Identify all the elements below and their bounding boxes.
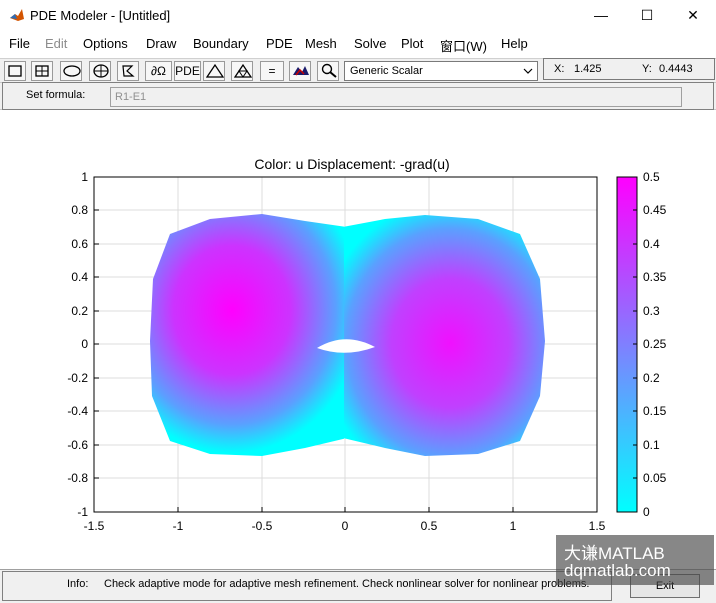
info-message: Check adaptive mode for adaptive mesh re…	[104, 578, 590, 590]
pde-specification-button[interactable]: PDE	[174, 61, 201, 81]
colorbar-tick-label: 0.4	[643, 237, 660, 251]
y-tick-label: -0.8	[67, 471, 88, 485]
colorbar-tick-label: 0.35	[643, 270, 667, 284]
equals-icon: =	[268, 64, 276, 78]
refine-mesh-button[interactable]	[231, 61, 253, 81]
menu-file[interactable]: File	[9, 36, 30, 51]
colorbar-tick-label: 0.45	[643, 203, 667, 217]
pde-plot: -1.5 -1 -0.5 0 0.5 1 1.5 -1 -0.8 -0.6 -0…	[67, 156, 667, 533]
y-coordinate-value: 0.4443	[659, 63, 693, 75]
y-tick-label: 1	[81, 170, 88, 184]
colorbar-tick-label: 0.2	[643, 371, 660, 385]
draw-polygon-button[interactable]	[117, 61, 139, 81]
zoom-icon	[321, 63, 337, 78]
plot-solution-button[interactable]	[289, 61, 311, 81]
polygon-icon	[122, 65, 135, 77]
title-bar: PDE Modeler - [Untitled] — ☐ ✕	[0, 0, 716, 32]
x-coordinate-label: X:	[554, 63, 565, 75]
draw-centered-ellipse-button[interactable]	[89, 61, 111, 81]
refined-triangle-icon	[234, 63, 252, 78]
rectangle-icon	[8, 65, 22, 77]
close-icon: ✕	[687, 7, 699, 23]
init-mesh-button[interactable]	[203, 61, 225, 81]
cursor-coordinates: X: 1.425 Y: 0.4443	[543, 58, 715, 80]
y-tick-label: 0	[81, 337, 88, 351]
surface-plot-icon	[293, 66, 309, 76]
solution-region-right	[344, 215, 545, 456]
colorbar-tick-label: 0.25	[643, 337, 667, 351]
draw-centered-rectangle-button[interactable]	[31, 61, 53, 81]
watermark-line-2: dqmatlab.com	[564, 561, 671, 580]
x-tick-label: -0.5	[252, 519, 273, 533]
y-tick-label: 0.2	[71, 304, 88, 318]
menu-bar: File Edit Options Draw Boundary PDE Mesh…	[0, 32, 716, 56]
centered-rectangle-icon	[35, 65, 49, 77]
menu-mesh[interactable]: Mesh	[305, 36, 337, 51]
menu-pde[interactable]: PDE	[266, 36, 293, 51]
menu-plot[interactable]: Plot	[401, 36, 423, 51]
colorbar-tick-label: 0.1	[643, 438, 660, 452]
solution-region-left	[150, 214, 344, 456]
boundary-mode-label: ∂Ω	[151, 64, 166, 78]
plot-area: -1.5 -1 -0.5 0 0.5 1 1.5 -1 -0.8 -0.6 -0…	[0, 111, 716, 567]
x-tick-label: -1	[173, 519, 184, 533]
colorbar-tick-label: 0	[643, 505, 650, 519]
colorbar-tick-label: 0.3	[643, 304, 660, 318]
y-tick-label: -0.6	[67, 438, 88, 452]
colorbar-tick-label: 0.5	[643, 170, 660, 184]
menu-draw[interactable]: Draw	[146, 36, 176, 51]
menu-solve[interactable]: Solve	[354, 36, 387, 51]
window-title: PDE Modeler - [Untitled]	[30, 8, 171, 23]
application-mode-value: Generic Scalar	[350, 65, 423, 77]
chevron-down-icon	[523, 68, 533, 74]
zoom-button[interactable]	[317, 61, 339, 81]
pde-button-label: PDE	[175, 64, 200, 78]
set-formula-input[interactable]: R1-E1	[110, 87, 682, 107]
centered-ellipse-icon	[93, 64, 109, 78]
menu-options[interactable]: Options	[83, 36, 128, 51]
menu-help[interactable]: Help	[501, 36, 528, 51]
x-tick-label: -1.5	[84, 519, 105, 533]
x-coordinate-value: 1.425	[574, 63, 602, 75]
set-formula-label: Set formula:	[26, 89, 86, 101]
solve-pde-button[interactable]: =	[260, 61, 284, 81]
application-mode-select[interactable]: Generic Scalar	[344, 61, 538, 81]
menu-window[interactable]: 窗口(W)	[440, 36, 487, 55]
menu-edit[interactable]: Edit	[45, 36, 67, 51]
y-tick-label: -0.2	[67, 371, 88, 385]
x-tick-label: 0	[342, 519, 349, 533]
x-tick-label: 1	[510, 519, 517, 533]
watermark: 大谦MATLAB dqmatlab.com	[556, 535, 714, 585]
y-tick-label: 0.8	[71, 203, 88, 217]
info-label: Info:	[67, 578, 89, 590]
ellipse-icon	[63, 65, 81, 77]
close-button[interactable]: ✕	[670, 0, 716, 30]
colorbar-tick-label: 0.05	[643, 471, 667, 485]
minimize-icon: —	[594, 7, 608, 23]
minimize-button[interactable]: —	[578, 0, 624, 30]
maximize-icon: ☐	[640, 7, 654, 23]
triangle-icon	[206, 63, 224, 78]
maximize-button[interactable]: ☐	[624, 0, 670, 30]
y-tick-label: 0.4	[71, 270, 88, 284]
plot-title: Color: u Displacement: -grad(u)	[254, 156, 449, 172]
x-tick-label: 0.5	[421, 519, 438, 533]
boundary-mode-button[interactable]: ∂Ω	[145, 61, 172, 81]
draw-rectangle-button[interactable]	[4, 61, 26, 81]
y-coordinate-label: Y:	[642, 63, 652, 75]
menu-boundary[interactable]: Boundary	[193, 36, 249, 51]
solution-surface	[150, 214, 545, 456]
x-tick-label: 1.5	[589, 519, 606, 533]
set-formula-frame: Set formula: R1-E1	[2, 82, 714, 110]
draw-ellipse-button[interactable]	[60, 61, 82, 81]
y-tick-label: 0.6	[71, 237, 88, 251]
y-tick-label: -0.4	[67, 404, 88, 418]
info-frame: Info: Check adaptive mode for adaptive m…	[2, 571, 612, 601]
colorbar-tick-label: 0.15	[643, 404, 667, 418]
matlab-logo-icon	[9, 7, 25, 23]
y-tick-label: -1	[77, 505, 88, 519]
